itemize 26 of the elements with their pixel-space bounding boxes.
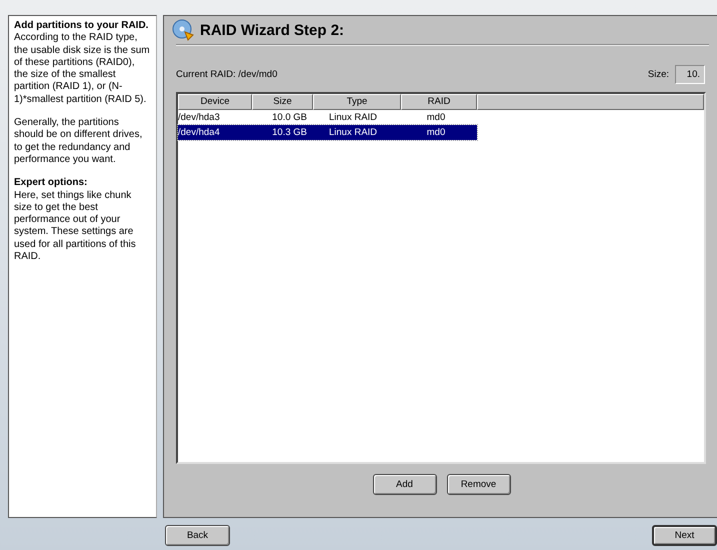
column-header[interactable]: Type bbox=[313, 94, 401, 110]
table-cell-text: md0 bbox=[426, 112, 446, 123]
column-header[interactable]: RAID bbox=[401, 94, 477, 110]
column-header[interactable]: Device bbox=[178, 94, 252, 110]
help-paragraph: Add partitions to your RAID. According to the RAID type, the usable disk size is the sum of these partitions (RAID0), the size of the smallest partition (RAID 1), or (N-1)*smallest partition (RAID 5). bbox=[14, 20, 151, 106]
table-cell-text: Linux RAID bbox=[328, 112, 378, 123]
column-header[interactable]: Size bbox=[252, 94, 313, 110]
size-label: Size: bbox=[648, 68, 669, 80]
action-button[interactable]: Remove bbox=[446, 474, 510, 495]
table-cell-text: 10.0 GB bbox=[271, 112, 308, 123]
table-row[interactable]: /dev/hda3 10.0 GB Linux RAID md0 bbox=[178, 110, 477, 125]
wizard-title: RAID Wizard Step 2: bbox=[200, 22, 344, 38]
current-raid-label: Current RAID: /dev/md0 bbox=[176, 68, 278, 80]
size-field: 10. bbox=[675, 64, 705, 84]
back-button[interactable]: Back bbox=[165, 525, 230, 546]
action-button[interactable]: Add bbox=[372, 474, 436, 495]
table-cell-text: Linux RAID bbox=[328, 127, 378, 138]
next-button[interactable]: Next bbox=[652, 525, 717, 546]
help-paragraph: Generally, the partitions should be on different drives, to get the redundancy and performance you want. bbox=[14, 117, 144, 166]
table-cell-text: md0 bbox=[426, 127, 446, 138]
table-cell-text: 10.3 GB bbox=[271, 127, 308, 138]
table-cell-text: /dev/hda4 bbox=[178, 127, 221, 138]
disk-icon bbox=[172, 19, 194, 41]
table-cell-text: /dev/hda3 bbox=[178, 112, 221, 123]
help-paragraph: Expert options: Here, set things like chunk size to get the best performance out of your system. These settings are used for all partitions of this RAID. bbox=[14, 177, 137, 264]
table-row[interactable]: /dev/hda4 10.3 GB Linux RAID md0 bbox=[178, 125, 477, 140]
